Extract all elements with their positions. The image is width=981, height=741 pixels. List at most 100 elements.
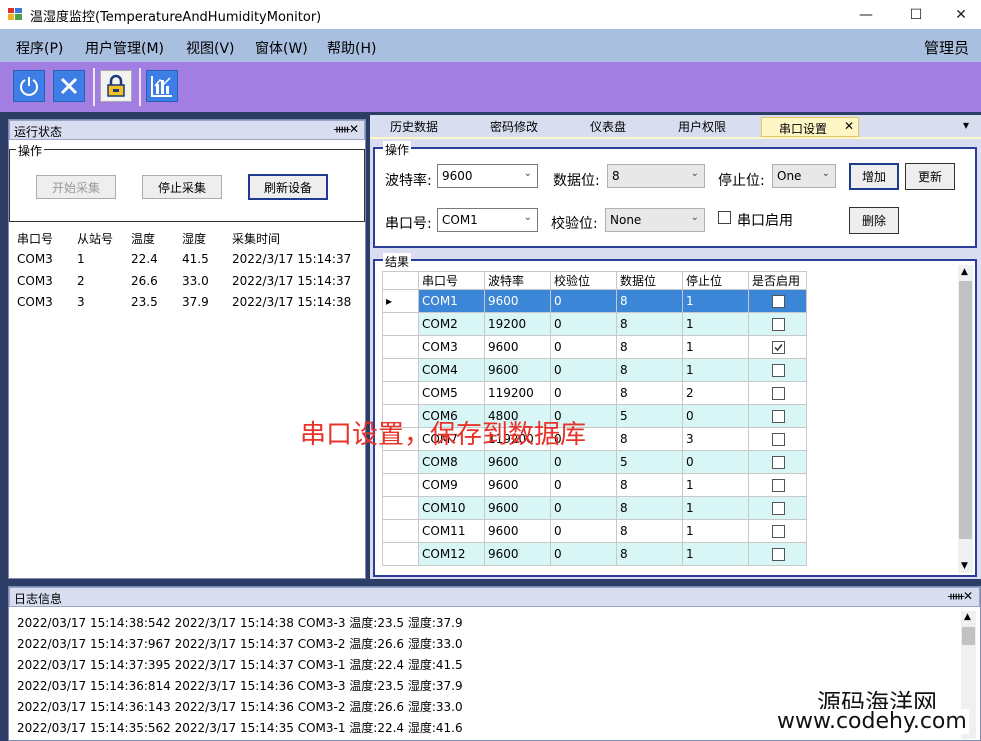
baud-select[interactable]: 9600 ⌄ bbox=[437, 164, 538, 188]
table-cell[interactable]: 5 bbox=[616, 450, 683, 474]
table-cell[interactable]: 8 bbox=[616, 358, 683, 382]
row-header[interactable] bbox=[382, 450, 419, 474]
table-cell[interactable]: 2 bbox=[682, 381, 749, 405]
column-header[interactable]: 数据位 bbox=[616, 271, 683, 290]
table-cell[interactable]: 8 bbox=[616, 542, 683, 566]
data-bits-select[interactable]: 8 ⌄ bbox=[607, 164, 705, 188]
table-cell[interactable]: 1 bbox=[682, 312, 749, 336]
table-cell[interactable]: 9600 bbox=[484, 358, 551, 382]
start-collect-button[interactable]: 开始采集 bbox=[36, 175, 116, 199]
tab-password[interactable]: 密码修改 bbox=[490, 118, 538, 137]
table-cell[interactable]: 8 bbox=[616, 335, 683, 359]
table-cell[interactable]: 119200 bbox=[484, 381, 551, 405]
column-header[interactable]: 是否启用 bbox=[748, 271, 807, 290]
column-header[interactable]: 校验位 bbox=[550, 271, 617, 290]
row-header[interactable] bbox=[382, 542, 419, 566]
maximize-button[interactable]: ☐ bbox=[893, 0, 939, 29]
stop-bits-select[interactable]: One ⌄ bbox=[772, 164, 836, 188]
table-cell[interactable]: COM8 bbox=[418, 450, 485, 474]
table-cell[interactable]: 0 bbox=[682, 450, 749, 474]
menu-window[interactable]: 窗体(W) bbox=[255, 38, 308, 58]
table-cell[interactable]: 8 bbox=[616, 496, 683, 520]
chevron-up-icon[interactable]: ▲ bbox=[964, 612, 971, 622]
scroll-thumb[interactable] bbox=[962, 627, 975, 645]
enabled-checkbox[interactable] bbox=[772, 341, 785, 354]
enable-checkbox[interactable] bbox=[718, 211, 731, 224]
table-cell[interactable]: COM9 bbox=[418, 473, 485, 497]
lock-button[interactable] bbox=[100, 70, 132, 102]
pin-icon[interactable]: ᚔ bbox=[334, 122, 350, 136]
table-cell[interactable]: 8 bbox=[616, 473, 683, 497]
table-cell-checkbox[interactable] bbox=[748, 381, 807, 405]
table-cell-checkbox[interactable] bbox=[748, 404, 807, 428]
tab-overflow-icon[interactable]: ▾ bbox=[963, 118, 969, 137]
table-cell-checkbox[interactable] bbox=[748, 450, 807, 474]
row-header[interactable] bbox=[382, 312, 419, 336]
row-header[interactable] bbox=[382, 358, 419, 382]
tab-user-permission[interactable]: 用户权限 bbox=[678, 118, 726, 137]
minimize-button[interactable]: — bbox=[843, 0, 889, 29]
enabled-checkbox[interactable] bbox=[772, 410, 785, 423]
table-cell[interactable]: 9600 bbox=[484, 450, 551, 474]
table-cell-checkbox[interactable] bbox=[748, 427, 807, 451]
row-header[interactable] bbox=[382, 335, 419, 359]
table-cell[interactable]: 5 bbox=[616, 404, 683, 428]
table-cell-checkbox[interactable] bbox=[748, 289, 807, 313]
table-row[interactable]: COM11 9600 0 8 1 bbox=[382, 519, 807, 543]
add-button[interactable]: 增加 bbox=[849, 163, 899, 190]
table-cell-checkbox[interactable] bbox=[748, 312, 807, 336]
row-header[interactable] bbox=[382, 496, 419, 520]
port-select[interactable]: COM1 ⌄ bbox=[437, 208, 538, 232]
table-cell[interactable]: 0 bbox=[550, 312, 617, 336]
table-cell[interactable]: 8 bbox=[616, 519, 683, 543]
table-cell[interactable]: 0 bbox=[550, 450, 617, 474]
table-cell[interactable]: 0 bbox=[682, 404, 749, 428]
chart-button[interactable] bbox=[146, 70, 178, 102]
table-cell-checkbox[interactable] bbox=[748, 519, 807, 543]
enabled-checkbox[interactable] bbox=[772, 548, 785, 561]
table-cell-checkbox[interactable] bbox=[748, 358, 807, 382]
menu-user-management[interactable]: 用户管理(M) bbox=[85, 38, 164, 58]
table-cell[interactable]: COM2 bbox=[418, 312, 485, 336]
table-cell[interactable]: 9600 bbox=[484, 335, 551, 359]
table-cell[interactable]: 0 bbox=[550, 519, 617, 543]
table-cell[interactable]: 0 bbox=[550, 381, 617, 405]
column-header[interactable]: 串口号 bbox=[418, 271, 485, 290]
table-cell[interactable]: COM12 bbox=[418, 542, 485, 566]
table-cell[interactable]: 1 bbox=[682, 335, 749, 359]
enabled-checkbox[interactable] bbox=[772, 433, 785, 446]
table-cell[interactable]: 9600 bbox=[484, 542, 551, 566]
table-cell[interactable]: 19200 bbox=[484, 312, 551, 336]
enabled-checkbox[interactable] bbox=[772, 295, 785, 308]
close-icon[interactable]: ✕ bbox=[349, 122, 359, 136]
column-header[interactable]: 波特率 bbox=[484, 271, 551, 290]
update-button[interactable]: 更新 bbox=[905, 163, 955, 190]
enabled-checkbox[interactable] bbox=[772, 318, 785, 331]
table-cell[interactable]: 0 bbox=[550, 358, 617, 382]
table-cell[interactable]: 9600 bbox=[484, 519, 551, 543]
table-cell[interactable]: 0 bbox=[550, 542, 617, 566]
enabled-checkbox[interactable] bbox=[772, 525, 785, 538]
table-row[interactable]: COM4 9600 0 8 1 bbox=[382, 358, 807, 382]
table-cell[interactable]: COM1 bbox=[418, 289, 485, 313]
tab-dashboard[interactable]: 仪表盘 bbox=[590, 118, 626, 137]
table-cell[interactable]: 8 bbox=[616, 427, 683, 451]
row-header[interactable] bbox=[382, 473, 419, 497]
table-cell[interactable]: COM10 bbox=[418, 496, 485, 520]
table-cell[interactable]: 0 bbox=[550, 289, 617, 313]
table-cell-checkbox[interactable] bbox=[748, 473, 807, 497]
table-cell-checkbox[interactable] bbox=[748, 496, 807, 520]
row-header[interactable] bbox=[382, 381, 419, 405]
close-icon[interactable]: ✕ bbox=[844, 119, 854, 133]
menu-help[interactable]: 帮助(H) bbox=[327, 38, 376, 58]
table-cell[interactable]: COM3 bbox=[418, 335, 485, 359]
enabled-checkbox[interactable] bbox=[772, 387, 785, 400]
table-cell[interactable]: 1 bbox=[682, 358, 749, 382]
tab-serial-settings[interactable]: 串口设置 ✕ bbox=[761, 117, 859, 137]
row-header[interactable] bbox=[382, 519, 419, 543]
table-cell[interactable]: 0 bbox=[550, 335, 617, 359]
table-cell[interactable]: 9600 bbox=[484, 473, 551, 497]
table-cell[interactable]: 9600 bbox=[484, 289, 551, 313]
table-row[interactable]: COM2 19200 0 8 1 bbox=[382, 312, 807, 336]
table-cell[interactable]: 8 bbox=[616, 381, 683, 405]
